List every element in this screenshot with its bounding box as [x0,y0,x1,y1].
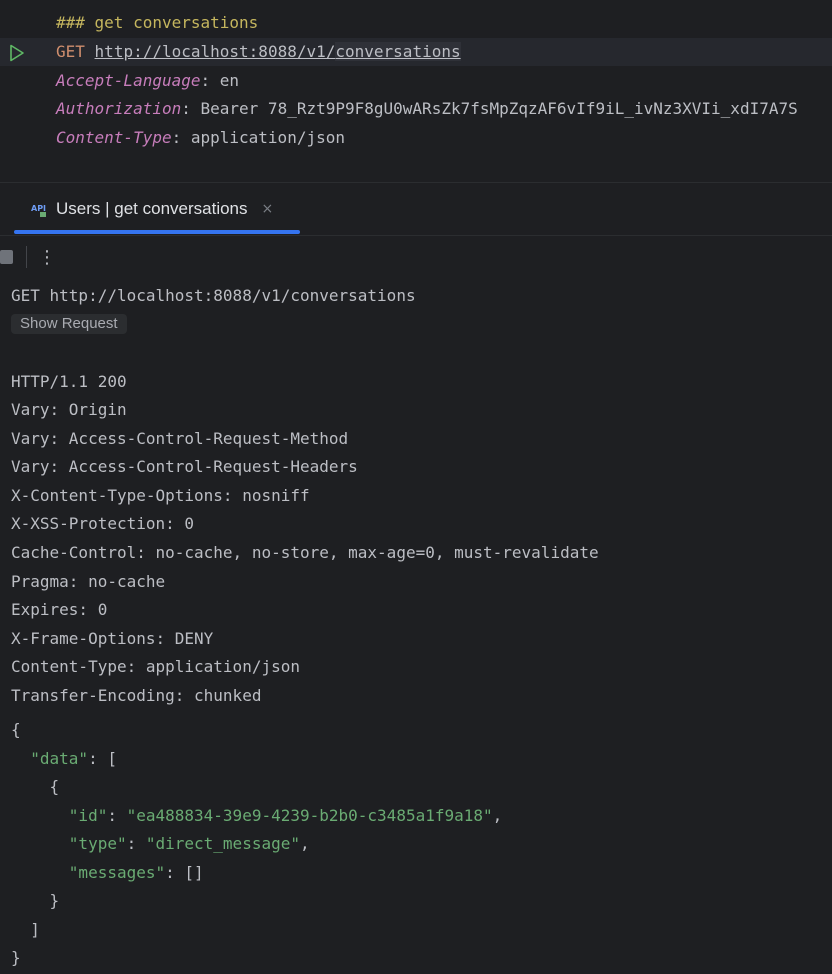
response-header: Cache-Control: no-cache, no-store, max-a… [11,543,599,562]
request-method: GET [56,42,85,61]
request-header: Authorization: Bearer 78_Rzt9P9F8gU0wARs… [56,99,798,118]
json-object-open: { [11,773,60,801]
response-request-line: GET http://localhost:8088/v1/conversatio… [11,286,416,305]
header-value: application/json [190,128,345,147]
json-close-brace: } [11,948,21,967]
json-key: "messages" [68,863,166,882]
run-request-icon[interactable] [8,44,26,62]
response-header: X-Frame-Options: DENY [11,629,214,648]
response-header: Vary: Access-Control-Request-Method [11,429,349,448]
stop-icon[interactable] [0,250,13,264]
svg-text:API: API [31,204,46,213]
response-header: Transfer-Encoding: chunked [11,686,262,705]
http-request-editor[interactable]: ### get conversations GET http://localho… [0,0,832,183]
json-array-close: ] [11,916,40,944]
json-id-line: "id": "ea488834-39e9-4239-b2b0-c3485a1f9… [68,806,503,825]
api-icon: API [30,199,50,219]
toolbar-separator [26,246,27,268]
response-panel: GET http://localhost:8088/v1/conversatio… [0,278,832,974]
json-bracket: [ [107,749,117,768]
header-name: Accept-Language [56,71,201,90]
request-url-rest[interactable]: conversations [335,42,461,61]
json-string-value: "ea488834-39e9-4239-b2b0-c3485a1f9a18" [126,806,493,825]
json-bracket: ] [30,920,40,939]
request-line[interactable]: GET http://localhost:8088/v1/conversatio… [56,38,461,66]
json-data-line: "data": [ [30,749,117,768]
response-header: Pragma: no-cache [11,572,166,591]
json-messages-line: "messages": [] [68,863,204,882]
json-key: "data" [30,749,89,768]
response-header: X-Content-Type-Options: nosniff [11,486,310,505]
tab-users-get-conversations[interactable]: API Users | get conversations × [14,183,300,235]
json-key: "type" [68,834,127,853]
request-comment: ### get conversations [56,13,259,32]
json-object-close: } [11,887,60,915]
more-options-icon[interactable]: ⋮ [38,244,56,270]
request-header: Accept-Language: en [56,71,240,90]
header-name: Authorization [56,99,182,118]
response-header: Vary: Origin [11,400,127,419]
json-brace: { [49,777,60,796]
json-key: "id" [68,806,108,825]
active-tab-indicator [14,230,300,234]
response-header: X-XSS-Protection: 0 [11,514,195,533]
request-url[interactable]: http://localhost:8088/v1/ [95,42,336,61]
json-open-brace: { [11,720,21,739]
header-value: en [219,71,240,90]
response-header: Expires: 0 [11,600,108,619]
close-icon[interactable]: × [262,201,274,217]
json-brace: } [49,891,60,910]
json-array-value: [] [184,863,204,882]
status-line: HTTP/1.1 200 [11,372,127,391]
services-tab-bar: API Users | get conversations × [0,183,832,236]
json-string-value: "direct_message" [145,834,300,853]
header-value: Bearer 78_Rzt9P9F8gU0wARsZk7fsMpZqzAF6vI… [200,99,798,118]
show-request-button[interactable]: Show Request [11,314,127,334]
response-header: Content-Type: application/json [11,657,300,676]
response-toolbar: ⋮ [0,236,832,278]
response-header: Vary: Access-Control-Request-Headers [11,457,358,476]
header-name: Content-Type [56,128,172,147]
json-type-line: "type": "direct_message", [68,834,310,853]
request-header: Content-Type: application/json [56,128,345,147]
tab-label: Users | get conversations [56,199,248,218]
